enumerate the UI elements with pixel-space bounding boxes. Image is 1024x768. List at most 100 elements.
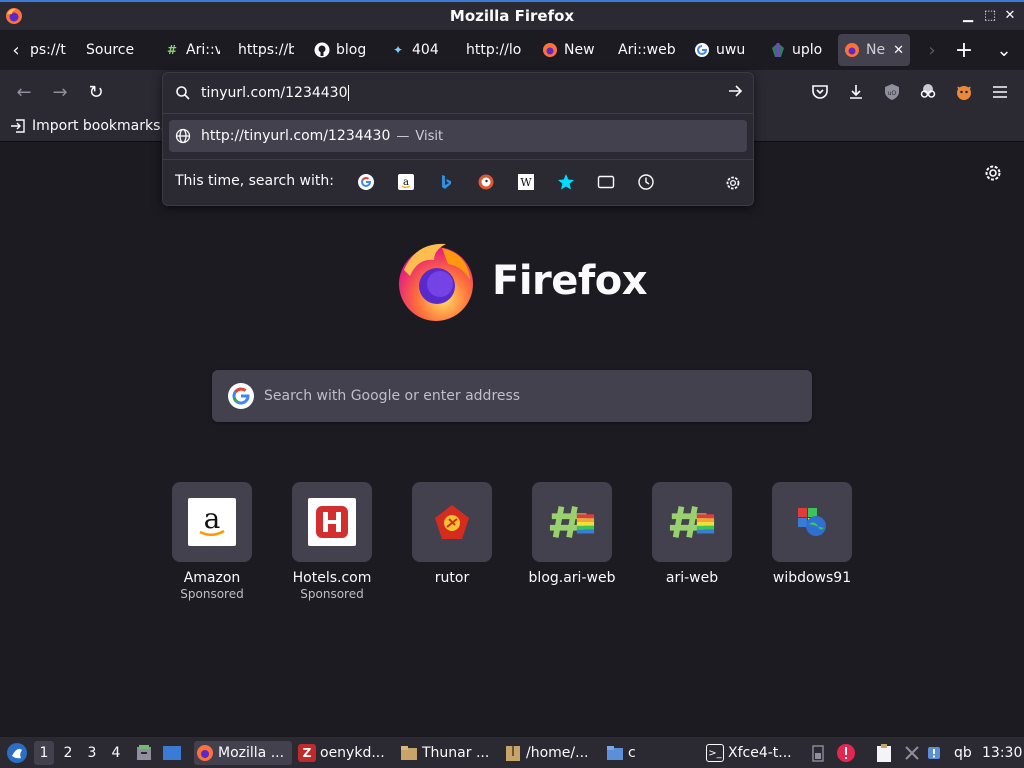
ublock-icon[interactable]: uO (878, 78, 906, 106)
go-arrow-icon[interactable] (725, 83, 745, 103)
list-all-tabs-button[interactable]: ⌄ (990, 36, 1018, 64)
suggestion-url: http://tinyurl.com/1234430 (201, 128, 391, 144)
top-site-tile[interactable] (412, 482, 492, 562)
task-folder[interactable]: c (606, 741, 646, 765)
amazon-engine-icon[interactable]: a (397, 173, 415, 191)
top-site-name: Hotels.com (292, 570, 372, 586)
tab-item[interactable]: ps://t (30, 34, 70, 66)
top-site-hotels[interactable]: Hotels.com Sponsored (282, 482, 382, 601)
scroll-tabs-right-button[interactable]: › (918, 36, 946, 64)
tab-title: Ari::web (618, 42, 676, 58)
workspace-2[interactable]: 2 (58, 741, 78, 765)
tab-item[interactable]: http://lo (466, 34, 524, 66)
tray-label: qb (954, 745, 972, 761)
history-clock-icon[interactable] (637, 173, 655, 191)
tab-item-active[interactable]: Ne ✕ (838, 34, 910, 66)
task-label: oenykd... (320, 745, 385, 761)
alert-icon[interactable] (836, 743, 856, 763)
tab-item[interactable]: blog (314, 34, 370, 66)
top-site-amazon[interactable]: a Amazon Sponsored (162, 482, 262, 601)
scroll-tabs-left-button[interactable]: ‹ (2, 36, 30, 64)
top-site-wibdows91[interactable]: wibdows91 (762, 482, 862, 586)
forward-button[interactable]: → (46, 78, 74, 106)
search-placeholder: Search with Google or enter address (264, 388, 521, 404)
urlbar-input[interactable]: tinyurl.com/1234430 (163, 77, 753, 109)
search-icon (176, 86, 190, 100)
search-settings-gear-icon[interactable] (723, 173, 743, 193)
tiger-icon[interactable] (950, 78, 978, 106)
tab-item[interactable]: Source (86, 34, 148, 66)
top-site-blog-ari-web[interactable]: blog.ari-web (522, 482, 622, 586)
tab-title: blog (336, 42, 367, 58)
top-site-rutor[interactable]: rutor (402, 482, 502, 586)
suggestion-separator: — (396, 128, 410, 144)
gear-icon[interactable] (982, 162, 1004, 184)
qbittorrent-tray[interactable]: qb (954, 741, 976, 765)
svg-text:W: W (520, 176, 532, 189)
sponsored-label: Sponsored (180, 587, 244, 601)
divider (163, 159, 753, 160)
clipboard-icon[interactable] (874, 743, 894, 763)
start-menu-icon[interactable] (6, 742, 28, 764)
workspace-3[interactable]: 3 (82, 741, 102, 765)
tab-title: Ne (866, 42, 886, 58)
top-site-tile[interactable] (292, 482, 372, 562)
google-engine-icon[interactable] (357, 173, 375, 191)
top-site-tile[interactable] (532, 482, 612, 562)
maximize-button[interactable]: ⬚ (980, 6, 1000, 26)
task-terminal[interactable]: >_ Xfce4-t... (706, 741, 802, 765)
task-filezilla[interactable]: Z oenykd... (298, 741, 394, 765)
close-tab-button[interactable]: ✕ (893, 43, 904, 58)
window-titlebar: Mozilla Firefox ▁ ⬚ ✕ (0, 0, 1024, 30)
duckduckgo-engine-icon[interactable] (477, 173, 495, 191)
newtab-search-input[interactable]: Search with Google or enter address (212, 370, 812, 422)
tab-item[interactable]: # Ari::v (164, 34, 220, 66)
url-suggestion-row[interactable]: http://tinyurl.com/1234430 — Visit (169, 120, 747, 152)
urlbar-dropdown: tinyurl.com/1234430 http://tinyurl.com/1… (162, 72, 754, 206)
task-firefox[interactable]: Mozilla ... (194, 741, 292, 765)
glasses-icon[interactable] (914, 78, 942, 106)
new-tab-button[interactable]: + (950, 36, 978, 64)
task-thunar[interactable]: Thunar ... (400, 741, 496, 765)
task-label: Mozilla ... (218, 745, 285, 761)
top-site-ari-web[interactable]: ari-web (642, 482, 742, 586)
tab-item[interactable]: uplo (770, 34, 826, 66)
bookmarks-star-icon[interactable] (557, 173, 575, 191)
tab-item[interactable]: uwu (694, 34, 750, 66)
tab-item[interactable]: Ari::web (618, 34, 676, 66)
notification-icon[interactable] (924, 743, 944, 763)
workspace-1[interactable]: 1 (34, 741, 54, 765)
firefox-icon (542, 42, 558, 58)
tabs-icon[interactable] (597, 173, 615, 191)
pocket-icon[interactable] (806, 78, 834, 106)
task-archive[interactable]: /home/... (504, 741, 600, 765)
desktop-icon[interactable] (162, 743, 182, 763)
workspace-4[interactable]: 4 (106, 741, 126, 765)
menu-icon[interactable] (986, 78, 1014, 106)
minimize-button[interactable]: ▁ (958, 6, 978, 26)
amazon-icon: a (188, 498, 236, 546)
tab-item[interactable]: New (542, 34, 598, 66)
tab-item[interactable]: https://b (238, 34, 294, 66)
tab-item[interactable]: ✦ 404 (390, 34, 446, 66)
bing-engine-icon[interactable] (437, 173, 455, 191)
import-bookmarks-button[interactable]: Import bookmarks... (10, 118, 174, 134)
close-window-button[interactable]: ✕ (1000, 6, 1020, 26)
top-site-name: blog.ari-web (528, 570, 616, 586)
network-icon[interactable] (902, 743, 922, 763)
top-site-tile[interactable]: a (172, 482, 252, 562)
top-site-tile[interactable] (772, 482, 852, 562)
file-cabinet-icon[interactable] (134, 743, 154, 763)
reload-button[interactable]: ↻ (82, 78, 110, 106)
clock[interactable]: 13:30 (982, 741, 1024, 765)
wikipedia-engine-icon[interactable]: W (517, 173, 535, 191)
tab-title: uplo (792, 42, 823, 58)
battery-icon[interactable] (808, 743, 828, 763)
back-button[interactable]: ← (10, 78, 38, 106)
google-icon (228, 383, 254, 409)
clock-time: 13:30 (982, 745, 1023, 761)
thunar-icon (400, 744, 418, 762)
download-icon[interactable] (842, 78, 870, 106)
top-site-name: rutor (434, 570, 470, 586)
top-site-tile[interactable] (652, 482, 732, 562)
